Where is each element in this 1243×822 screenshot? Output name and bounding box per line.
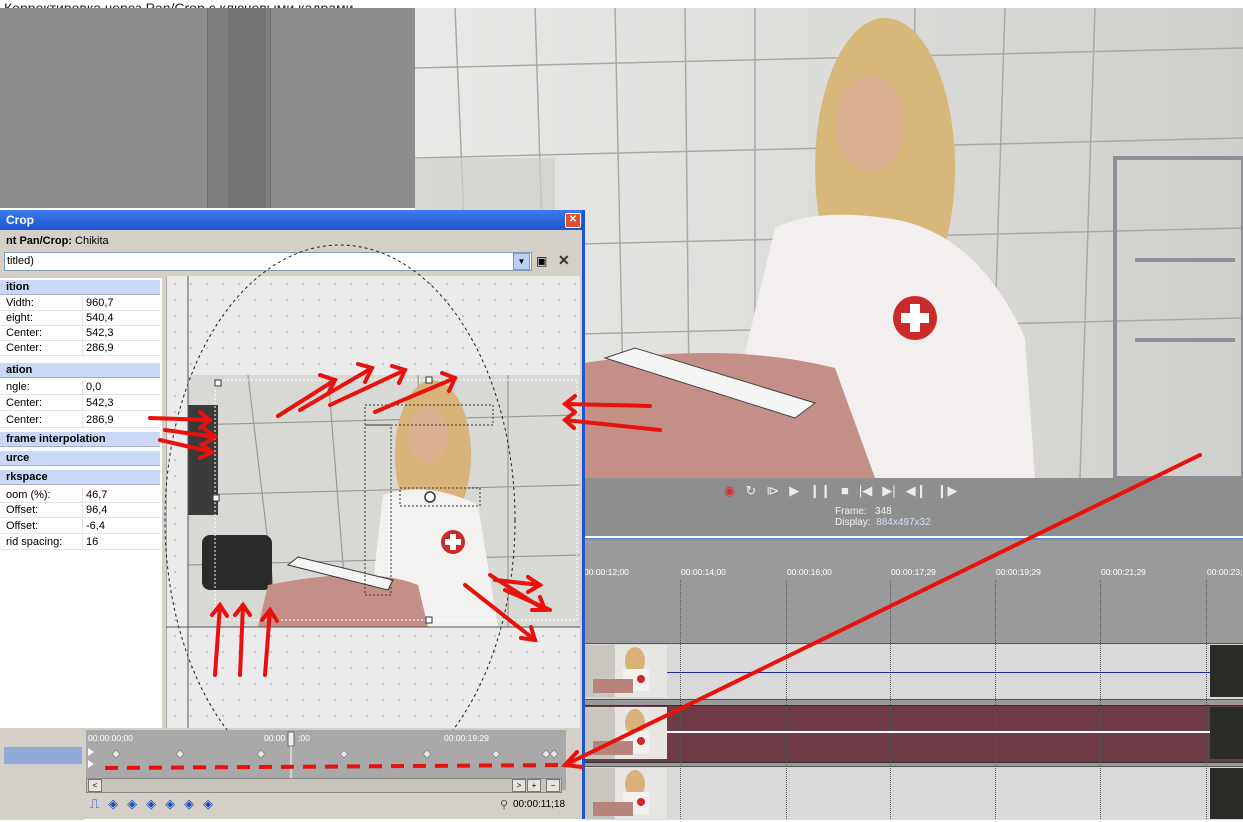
annotation-arrows [104, 362, 1202, 770]
